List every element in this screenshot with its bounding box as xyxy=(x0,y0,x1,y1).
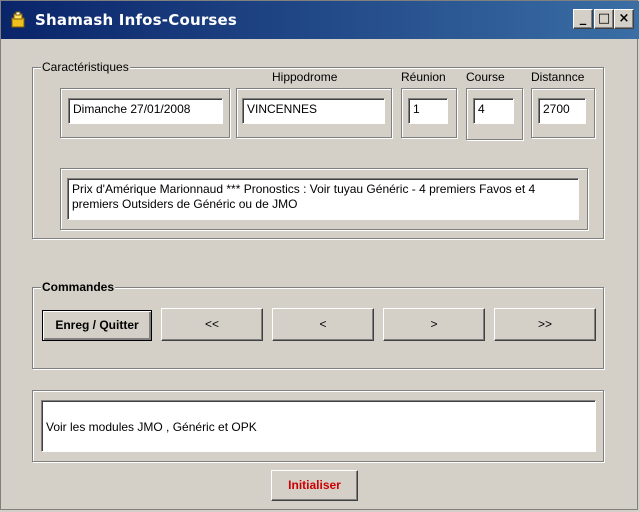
close-icon: × xyxy=(618,11,630,26)
app-window: Shamash Infos-Courses _ □ × Caractéristi… xyxy=(0,0,639,510)
maximize-icon: □ xyxy=(597,11,611,26)
reunion-label: Réunion xyxy=(401,70,446,84)
minimize-button[interactable]: _ xyxy=(573,9,593,29)
previous-record-button[interactable]: < xyxy=(272,308,374,341)
title-bar[interactable]: Shamash Infos-Courses _ □ × xyxy=(1,1,639,39)
distance-field[interactable]: 2700 xyxy=(538,98,586,124)
window-title: Shamash Infos-Courses xyxy=(35,11,238,29)
last-record-button[interactable]: >> xyxy=(494,308,596,341)
date-field[interactable]: Dimanche 27/01/2008 xyxy=(68,98,223,124)
reset-button[interactable]: Initialiser xyxy=(271,470,358,501)
hippodrome-field[interactable]: VINCENNES xyxy=(242,98,385,124)
next-record-button[interactable]: > xyxy=(383,308,485,341)
course-label: Course xyxy=(466,70,505,84)
app-icon xyxy=(11,11,25,28)
minimize-icon: _ xyxy=(579,11,587,26)
reunion-field[interactable]: 1 xyxy=(408,98,448,124)
hippodrome-label: Hippodrome xyxy=(272,70,338,84)
course-field[interactable]: 4 xyxy=(473,98,514,124)
distance-label: Distannce xyxy=(531,70,585,84)
close-button[interactable]: × xyxy=(614,9,634,29)
commandes-label: Commandes xyxy=(41,280,116,294)
first-record-button[interactable]: << xyxy=(161,308,263,341)
caracteristiques-label: Caractéristiques xyxy=(41,60,130,74)
save-quit-button[interactable]: Enreg / Quitter xyxy=(42,310,152,341)
description-field[interactable]: Prix d'Amérique Marionnaud *** Pronostic… xyxy=(67,178,579,220)
info-field[interactable]: Voir les modules JMO , Généric et OPK xyxy=(41,400,596,452)
maximize-button[interactable]: □ xyxy=(594,9,614,29)
